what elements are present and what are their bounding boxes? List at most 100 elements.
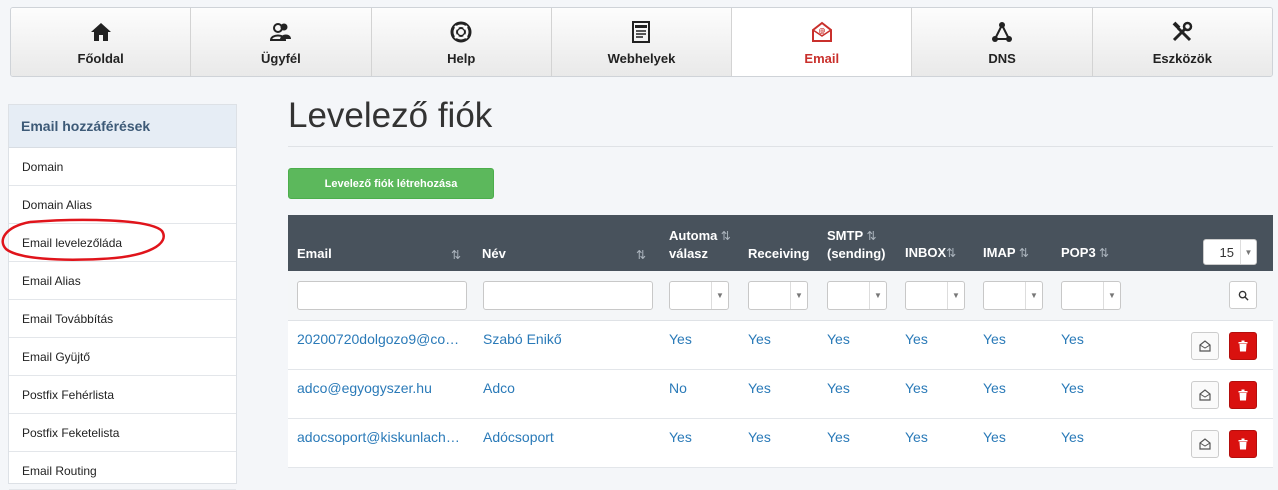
create-mailbox-button[interactable]: Levelező fiók létrehozása <box>288 168 494 199</box>
sidebar-item-email-gyujto[interactable]: Email Gyüjtő <box>9 338 236 376</box>
column-header-inbox[interactable]: INBOX⇅ <box>905 244 956 262</box>
divider <box>288 146 1273 147</box>
nav-item-label: Ügyfél <box>261 50 301 66</box>
email-cell[interactable]: adocsoport@kiskunlach… <box>297 429 460 445</box>
sort-icon[interactable]: ⇅ <box>863 229 876 243</box>
column-header-nev[interactable]: Név <box>482 245 506 262</box>
inbox-filter-select[interactable]: ▼ <box>905 281 965 310</box>
sidebar-item-email-routing[interactable]: Email Routing <box>9 452 236 490</box>
sidebar-item-domain[interactable]: Domain <box>9 148 236 186</box>
column-header-automatikus-valasz[interactable]: Automa ⇅ válasz <box>669 227 731 262</box>
auto-reply-cell: Yes <box>669 331 692 347</box>
email-filter-input[interactable] <box>297 281 467 310</box>
main-navigation: Főoldal Ügyfél Help Webhelyek @ Email DN… <box>10 7 1273 77</box>
column-header-pop3[interactable]: POP3 ⇅ <box>1061 244 1109 262</box>
column-header-imap[interactable]: IMAP ⇅ <box>983 244 1029 262</box>
email-cell[interactable]: adco@egyogyszer.hu <box>297 380 432 396</box>
name-filter-input[interactable] <box>483 281 653 310</box>
sort-icon[interactable]: ⇅ <box>636 248 646 262</box>
sidebar-header: Email hozzáférések <box>9 105 236 148</box>
trash-icon <box>1238 340 1248 352</box>
sidebar-item-postfix-feherlista[interactable]: Postfix Fehérlista <box>9 376 236 414</box>
name-cell[interactable]: Szabó Enikő <box>483 331 562 347</box>
mailbox-button[interactable] <box>1191 430 1219 458</box>
table-row: adocsoport@kiskunlach… Adócsoport Yes Ye… <box>288 419 1273 468</box>
receiving-filter-select[interactable]: ▼ <box>748 281 808 310</box>
lifebuoy-icon <box>449 19 473 45</box>
envelope-icon <box>1199 340 1211 352</box>
nav-item-email[interactable]: @ Email <box>732 8 913 76</box>
envelope-icon <box>1199 389 1211 401</box>
imap-cell: Yes <box>983 429 1006 445</box>
receiving-cell: Yes <box>748 380 771 396</box>
receiving-cell: Yes <box>748 331 771 347</box>
sort-icon[interactable]: ⇅ <box>1016 246 1029 260</box>
chevron-down-icon: ▼ <box>711 282 728 309</box>
sidebar-item-email-alias[interactable]: Email Alias <box>9 262 236 300</box>
chevron-down-icon: ▼ <box>790 282 807 309</box>
pop3-cell: Yes <box>1061 380 1084 396</box>
chevron-down-icon: ▼ <box>869 282 886 309</box>
inbox-cell: Yes <box>905 331 928 347</box>
table-row: adco@egyogyszer.hu Adco No Yes Yes Yes Y… <box>288 370 1273 419</box>
nav-item-label: DNS <box>988 50 1016 66</box>
home-icon <box>89 19 113 45</box>
imap-filter-select[interactable]: ▼ <box>983 281 1043 310</box>
nav-item-label: Help <box>447 50 476 66</box>
nav-item-webhelyek[interactable]: Webhelyek <box>551 8 733 76</box>
email-envelope-icon: @ <box>810 19 834 45</box>
nav-item-eszkozok[interactable]: Eszközök <box>1092 8 1272 76</box>
nav-item-label: Eszközök <box>1152 50 1212 66</box>
sidebar-item-postfix-feketelista[interactable]: Postfix Feketelista <box>9 414 236 452</box>
nav-item-label: Email <box>804 50 840 66</box>
table-row: 20200720dolgozo9@co… Szabó Enikő Yes Yes… <box>288 321 1273 370</box>
nav-item-help[interactable]: Help <box>371 8 552 76</box>
smtp-cell: Yes <box>827 429 850 445</box>
search-button[interactable] <box>1229 281 1257 309</box>
pop3-cell: Yes <box>1061 429 1084 445</box>
column-header-smtp[interactable]: SMTP ⇅ (sending) <box>827 227 886 262</box>
users-icon <box>269 19 293 45</box>
column-header-email[interactable]: Email <box>297 245 332 262</box>
auto-reply-cell: No <box>669 380 687 396</box>
network-icon <box>990 19 1014 45</box>
chevron-down-icon: ▼ <box>1103 282 1120 309</box>
smtp-cell: Yes <box>827 331 850 347</box>
page-title: Levelező fiók <box>288 96 493 135</box>
column-header-receiving[interactable]: Receiving <box>748 245 809 262</box>
envelope-icon <box>1199 438 1211 450</box>
sort-icon[interactable]: ⇅ <box>717 229 731 243</box>
trash-icon <box>1238 438 1248 450</box>
name-cell[interactable]: Adócsoport <box>483 429 554 445</box>
auto-reply-cell: Yes <box>669 429 692 445</box>
pop3-filter-select[interactable]: ▼ <box>1061 281 1121 310</box>
nav-item-ugyfel[interactable]: Ügyfél <box>191 8 372 76</box>
delete-button[interactable] <box>1229 430 1257 458</box>
sidebar-item-email-tovabbitas[interactable]: Email Továbbítás <box>9 300 236 338</box>
svg-text:@: @ <box>818 27 825 35</box>
auto-reply-filter-select[interactable]: ▼ <box>669 281 729 310</box>
sort-icon[interactable]: ⇅ <box>1096 246 1109 260</box>
inbox-cell: Yes <box>905 380 928 396</box>
sort-icon[interactable]: ⇅ <box>451 248 461 262</box>
mailbox-button[interactable] <box>1191 332 1219 360</box>
receiving-cell: Yes <box>748 429 771 445</box>
inbox-cell: Yes <box>905 429 928 445</box>
smtp-filter-select[interactable]: ▼ <box>827 281 887 310</box>
delete-button[interactable] <box>1229 381 1257 409</box>
sort-icon[interactable]: ⇅ <box>946 246 956 260</box>
nav-item-label: Főoldal <box>77 50 124 66</box>
trash-icon <box>1238 389 1248 401</box>
name-cell[interactable]: Adco <box>483 380 515 396</box>
nav-item-dns[interactable]: DNS <box>912 8 1093 76</box>
nav-item-fooldal[interactable]: Főoldal <box>11 8 192 76</box>
email-cell[interactable]: 20200720dolgozo9@co… <box>297 331 459 347</box>
delete-button[interactable] <box>1229 332 1257 360</box>
browser-window-icon <box>629 19 653 45</box>
sidebar: Email hozzáférések Domain Domain Alias E… <box>8 104 237 490</box>
table-header: Email ⇅ Név ⇅ Automa ⇅ válasz Receiving … <box>288 215 1273 271</box>
page-size-select[interactable]: 15 ▼ <box>1203 239 1257 265</box>
mailbox-button[interactable] <box>1191 381 1219 409</box>
nav-item-label: Webhelyek <box>607 50 676 66</box>
filter-row: ▼ ▼ ▼ ▼ ▼ ▼ <box>288 271 1273 321</box>
